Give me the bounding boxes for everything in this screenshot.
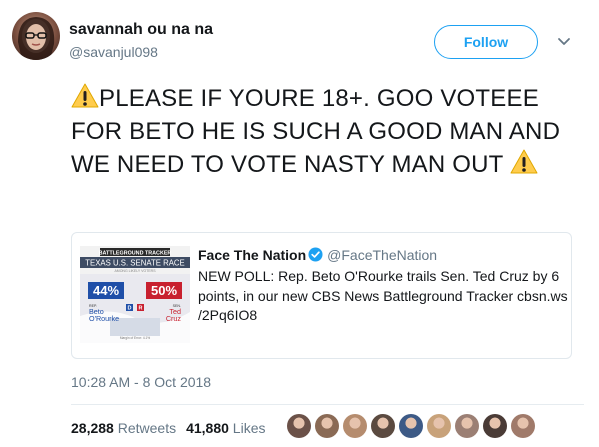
liker-avatar[interactable] xyxy=(455,414,479,438)
thumb-footnote: Margin of Error: 4.1% xyxy=(120,336,150,340)
liker-avatar[interactable] xyxy=(427,414,451,438)
liker-avatar[interactable] xyxy=(371,414,395,438)
republican-percent: 50% xyxy=(151,283,177,298)
tweet-stats: 28,288 Retweets 41,880 Likes xyxy=(71,420,275,436)
liker-avatars xyxy=(287,414,539,438)
democrat-last-name: O'Rourke xyxy=(89,314,119,323)
poll-graphic-thumbnail[interactable]: BATTLEGROUND TRACKER TEXAS U.S. SENATE R… xyxy=(80,246,190,343)
warning-icon xyxy=(510,149,538,175)
tweet-timestamp[interactable]: 10:28 AM - 8 Oct 2018 xyxy=(71,374,211,390)
liker-avatar[interactable] xyxy=(287,414,311,438)
quoted-author[interactable]: Face The Nation @FaceTheNation xyxy=(198,247,437,263)
liker-avatar[interactable] xyxy=(483,414,507,438)
chevron-down-icon[interactable] xyxy=(556,33,572,49)
likes-label: Likes xyxy=(232,420,266,436)
author-handle[interactable]: @savanjul098 xyxy=(69,44,158,60)
liker-avatar[interactable] xyxy=(511,414,535,438)
retweets-label: Retweets xyxy=(117,420,177,436)
liker-avatar[interactable] xyxy=(343,414,367,438)
thumb-banner: BATTLEGROUND TRACKER xyxy=(99,250,172,256)
divider xyxy=(71,404,584,405)
republican-party: R xyxy=(139,306,143,312)
republican-last-name: Cruz xyxy=(166,314,182,323)
democrat-percent: 44% xyxy=(93,283,119,298)
democrat-party: D xyxy=(128,306,132,312)
thumb-title: TEXAS U.S. SENATE RACE xyxy=(85,259,185,268)
tweet-text-body: PLEASE IF YOURE 18+. GOO VOTEEE FOR BETO… xyxy=(71,85,561,178)
likes-stat[interactable]: 41,880 Likes xyxy=(186,420,265,436)
quoted-author-handle[interactable]: @FaceTheNation xyxy=(327,247,437,263)
thumb-subtitle: AMONG LIKELY VOTERS xyxy=(114,269,156,273)
quoted-tweet-text: NEW POLL: Rep. Beto O'Rourke trails Sen.… xyxy=(198,268,568,323)
retweets-stat[interactable]: 28,288 Retweets xyxy=(71,420,176,436)
retweets-count: 28,288 xyxy=(71,420,114,436)
warning-icon xyxy=(71,83,99,109)
author-avatar[interactable] xyxy=(12,12,60,60)
verified-badge-icon xyxy=(308,247,323,262)
tweet-text: PLEASE IF YOURE 18+. GOO VOTEEE FOR BETO… xyxy=(71,82,576,181)
likes-count: 41,880 xyxy=(186,420,229,436)
liker-avatar[interactable] xyxy=(399,414,423,438)
quoted-tweet-card[interactable]: BATTLEGROUND TRACKER TEXAS U.S. SENATE R… xyxy=(71,232,572,359)
liker-avatar[interactable] xyxy=(315,414,339,438)
quoted-author-name[interactable]: Face The Nation xyxy=(198,247,306,263)
author-display-name[interactable]: savannah ou na na xyxy=(69,21,213,39)
follow-button[interactable]: Follow xyxy=(434,25,538,59)
